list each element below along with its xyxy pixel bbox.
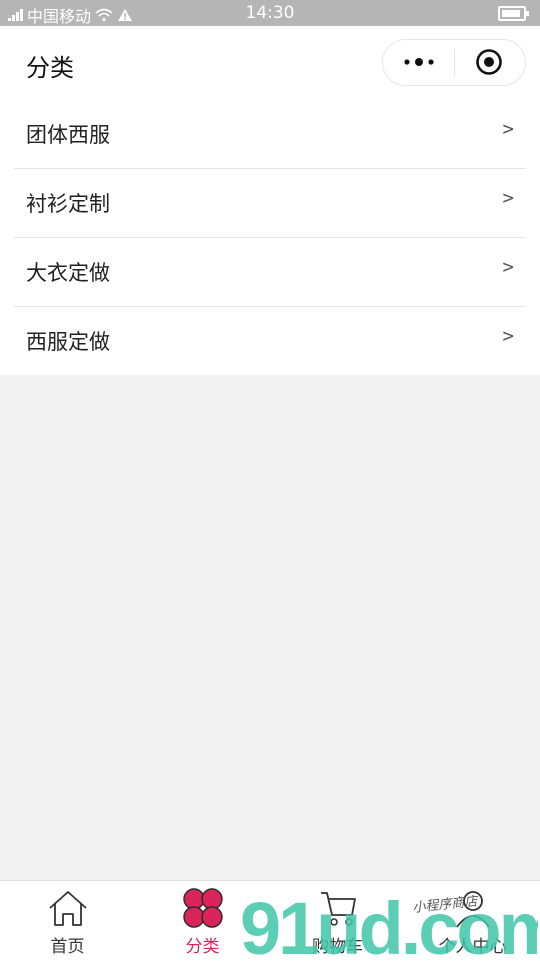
tab-bar: 首页 分类 购物车 个人中心 bbox=[0, 880, 540, 961]
tab-label: 分类 bbox=[185, 937, 220, 957]
status-time: 14:30 bbox=[245, 3, 295, 23]
chevron-right-icon: > bbox=[502, 256, 514, 278]
chevron-right-icon: > bbox=[502, 118, 514, 140]
tab-profile[interactable]: 个人中心 bbox=[405, 881, 540, 961]
clover-icon bbox=[183, 888, 223, 928]
target-close-icon[interactable] bbox=[475, 48, 503, 76]
tab-cart[interactable]: 购物车 bbox=[270, 881, 405, 961]
category-label: 衬衫定制 bbox=[26, 192, 110, 216]
tab-home[interactable]: 首页 bbox=[0, 881, 135, 961]
home-icon bbox=[49, 891, 87, 926]
tab-label: 个人中心 bbox=[438, 937, 507, 957]
mini-program-capsule bbox=[382, 39, 526, 86]
status-bar: 中国移动 14:30 bbox=[0, 0, 540, 26]
nav-bar: 分类 bbox=[0, 26, 540, 100]
tab-label: 购物车 bbox=[312, 937, 363, 957]
category-list: 团体西服 > 衬衫定制 > 大衣定做 > 西服定做 > bbox=[0, 100, 540, 375]
category-item-chenshan-dingzhi[interactable]: 衬衫定制 > bbox=[14, 169, 526, 238]
cart-icon bbox=[321, 892, 356, 926]
chevron-right-icon: > bbox=[502, 325, 514, 347]
category-label: 西服定做 bbox=[26, 330, 110, 354]
page-title: 分类 bbox=[26, 54, 74, 82]
category-item-xifu-dingzuo[interactable]: 西服定做 > bbox=[14, 307, 526, 375]
capsule-divider bbox=[454, 49, 455, 76]
category-item-tuanti-xifu[interactable]: 团体西服 > bbox=[14, 100, 526, 169]
tab-category[interactable]: 分类 bbox=[135, 881, 270, 961]
more-dots-icon[interactable] bbox=[401, 52, 437, 72]
tab-label: 首页 bbox=[50, 937, 85, 957]
chevron-right-icon: > bbox=[502, 187, 514, 209]
category-label: 大衣定做 bbox=[26, 261, 110, 285]
user-icon bbox=[456, 891, 490, 928]
category-item-dayi-dingzuo[interactable]: 大衣定做 > bbox=[14, 238, 526, 307]
category-label: 团体西服 bbox=[26, 123, 110, 147]
battery-icon bbox=[498, 6, 529, 21]
